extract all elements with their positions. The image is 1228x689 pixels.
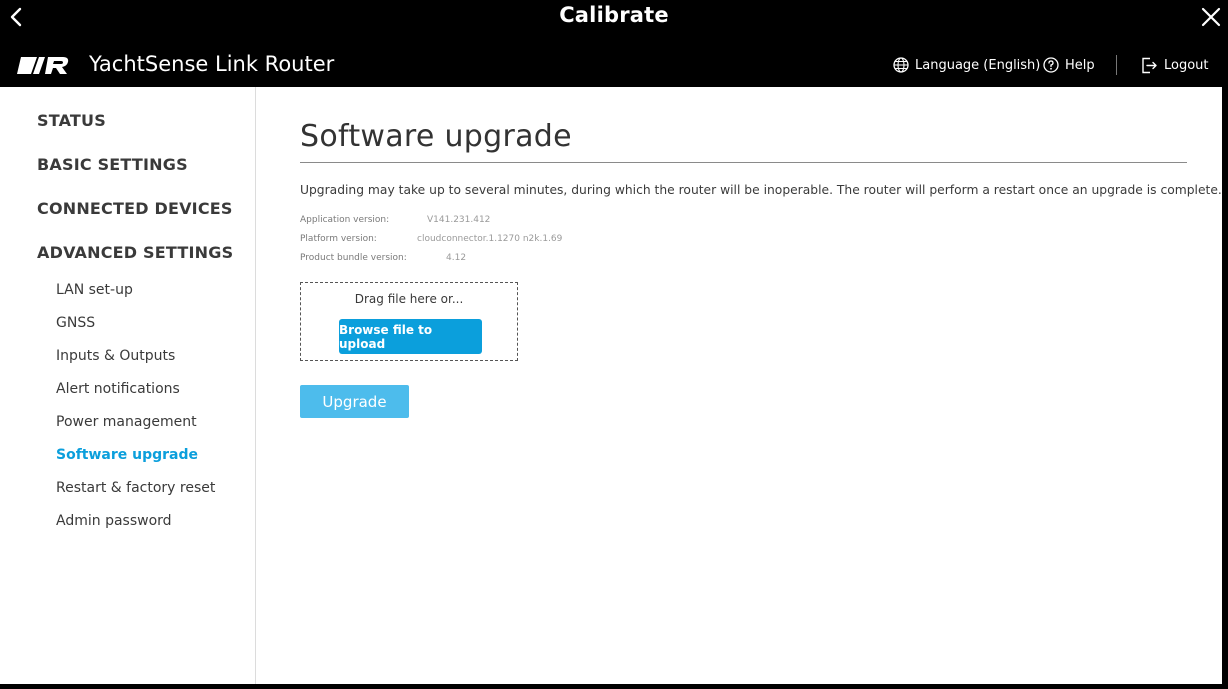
sidebar-item-admin-password[interactable]: Admin password — [56, 513, 172, 529]
brand-logo-icon — [17, 57, 69, 74]
upgrade-description: Upgrading may take up to several minutes… — [300, 183, 1222, 197]
globe-icon — [893, 57, 909, 73]
logout-icon — [1141, 57, 1158, 74]
platform-version-value: cloudconnector.1.1270 n2k.1.69 — [417, 234, 563, 244]
sidebar-item-advanced-settings[interactable]: ADVANCED SETTINGS — [37, 243, 233, 262]
page-title: Software upgrade — [300, 119, 572, 154]
sidebar-item-gnss[interactable]: GNSS — [56, 315, 95, 331]
product-bundle-version-label: Product bundle version: — [300, 253, 407, 263]
sidebar-item-power-management[interactable]: Power management — [56, 414, 197, 430]
logout-link[interactable]: Logout — [1141, 57, 1209, 74]
app-title: YachtSense Link Router — [89, 52, 335, 76]
logout-label: Logout — [1164, 58, 1209, 73]
platform-version-label: Platform version: — [300, 234, 377, 244]
title-bar: Calibrate — [0, 0, 1228, 34]
sidebar-item-lan-setup[interactable]: LAN set-up — [56, 282, 133, 298]
sidebar: STATUS BASIC SETTINGS CONNECTED DEVICES … — [0, 87, 256, 684]
help-link[interactable]: Help — [1043, 57, 1095, 73]
upgrade-button[interactable]: Upgrade — [300, 385, 409, 418]
sidebar-item-restart-factory-reset[interactable]: Restart & factory reset — [56, 480, 215, 496]
sidebar-item-connected-devices[interactable]: CONNECTED DEVICES — [37, 199, 233, 218]
language-selector[interactable]: Language (English) — [893, 57, 1040, 73]
app-header: YachtSense Link Router Language (English… — [0, 40, 1228, 87]
close-icon[interactable] — [1200, 6, 1222, 28]
file-drop-zone[interactable]: Drag file here or... Browse file to uplo… — [300, 282, 518, 361]
sidebar-item-alert-notifications[interactable]: Alert notifications — [56, 381, 180, 397]
browse-file-button[interactable]: Browse file to upload — [339, 319, 482, 354]
help-label: Help — [1065, 57, 1095, 73]
content-frame: STATUS BASIC SETTINGS CONNECTED DEVICES … — [0, 87, 1222, 684]
application-version-label: Application version: — [300, 215, 390, 225]
product-bundle-version-value: 4.12 — [446, 253, 467, 263]
sidebar-item-inputs-outputs[interactable]: Inputs & Outputs — [56, 348, 175, 364]
language-label: Language (English) — [915, 57, 1041, 73]
drop-zone-text: Drag file here or... — [354, 292, 464, 306]
help-question-icon — [1043, 57, 1059, 73]
sidebar-item-status[interactable]: STATUS — [37, 111, 106, 130]
header-divider — [1116, 55, 1117, 75]
title-divider — [300, 162, 1187, 163]
sidebar-item-basic-settings[interactable]: BASIC SETTINGS — [37, 155, 188, 174]
main-panel: Software upgrade Upgrading may take up t… — [256, 87, 1222, 684]
window-title: Calibrate — [559, 3, 669, 27]
sidebar-item-software-upgrade[interactable]: Software upgrade — [56, 447, 198, 463]
application-version-value: V141.231.412 — [427, 215, 491, 225]
